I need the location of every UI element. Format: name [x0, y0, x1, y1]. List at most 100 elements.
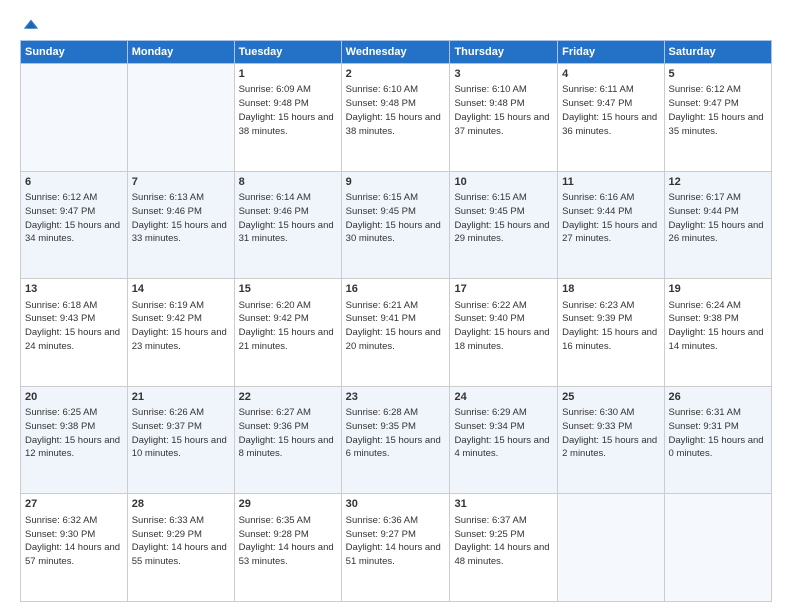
- day-info: Sunrise: 6:35 AM Sunset: 9:28 PM Dayligh…: [239, 514, 337, 569]
- day-info: Sunrise: 6:23 AM Sunset: 9:39 PM Dayligh…: [562, 299, 659, 354]
- calendar-cell: 25Sunrise: 6:30 AM Sunset: 9:33 PM Dayli…: [558, 386, 664, 494]
- day-number: 1: [239, 67, 337, 82]
- day-info: Sunrise: 6:21 AM Sunset: 9:41 PM Dayligh…: [346, 299, 446, 354]
- day-number: 12: [669, 175, 767, 190]
- calendar-cell: 24Sunrise: 6:29 AM Sunset: 9:34 PM Dayli…: [450, 386, 558, 494]
- day-number: 18: [562, 282, 659, 297]
- day-number: 16: [346, 282, 446, 297]
- day-number: 24: [454, 390, 553, 405]
- day-info: Sunrise: 6:15 AM Sunset: 9:45 PM Dayligh…: [346, 191, 446, 246]
- day-info: Sunrise: 6:25 AM Sunset: 9:38 PM Dayligh…: [25, 406, 123, 461]
- day-number: 15: [239, 282, 337, 297]
- weekday-header: Friday: [558, 41, 664, 64]
- day-info: Sunrise: 6:31 AM Sunset: 9:31 PM Dayligh…: [669, 406, 767, 461]
- day-info: Sunrise: 6:24 AM Sunset: 9:38 PM Dayligh…: [669, 299, 767, 354]
- calendar-cell: 17 Sunrise: 6:22 AM Sunset: 9:40 PM Dayli…: [450, 279, 558, 387]
- calendar-cell: 16 Sunrise: 6:21 AM Sunset: 9:41 PM Dayli…: [341, 279, 450, 387]
- day-info: Sunrise: 6:33 AM Sunset: 9:29 PM Dayligh…: [132, 514, 230, 569]
- calendar-cell: 5Sunrise: 6:12 AM Sunset: 9:47 PM Daylig…: [664, 64, 771, 172]
- weekday-header: Saturday: [664, 41, 771, 64]
- day-number: 5: [669, 67, 767, 82]
- calendar-cell: 22Sunrise: 6:27 AM Sunset: 9:36 PM Dayli…: [234, 386, 341, 494]
- calendar-week-row: 6Sunrise: 6:12 AM Sunset: 9:47 PM Daylig…: [21, 171, 772, 279]
- logo-icon: [22, 16, 40, 34]
- day-info: Sunrise: 6:15 AM Sunset: 9:45 PM Dayligh…: [454, 191, 553, 246]
- day-info: Sunrise: 6:20 AM Sunset: 9:42 PM Dayligh…: [239, 299, 337, 354]
- day-number: 8: [239, 175, 337, 190]
- day-info: Sunrise: 6:17 AM Sunset: 9:44 PM Dayligh…: [669, 191, 767, 246]
- calendar-cell: [558, 494, 664, 602]
- day-number: 27: [25, 497, 123, 512]
- day-info: Sunrise: 6:10 AM Sunset: 9:48 PM Dayligh…: [346, 83, 446, 138]
- calendar-cell: 20Sunrise: 6:25 AM Sunset: 9:38 PM Dayli…: [21, 386, 128, 494]
- calendar-cell: 2Sunrise: 6:10 AM Sunset: 9:48 PM Daylig…: [341, 64, 450, 172]
- day-number: 30: [346, 497, 446, 512]
- calendar-cell: 13 Sunrise: 6:18 AM Sunset: 9:43 PM Dayli…: [21, 279, 128, 387]
- weekday-header: Thursday: [450, 41, 558, 64]
- calendar-cell: 12Sunrise: 6:17 AM Sunset: 9:44 PM Dayli…: [664, 171, 771, 279]
- calendar-cell: 10Sunrise: 6:15 AM Sunset: 9:45 PM Dayli…: [450, 171, 558, 279]
- calendar-cell: 9Sunrise: 6:15 AM Sunset: 9:45 PM Daylig…: [341, 171, 450, 279]
- day-number: 19: [669, 282, 767, 297]
- calendar-cell: 11Sunrise: 6:16 AM Sunset: 9:44 PM Dayli…: [558, 171, 664, 279]
- day-info: Sunrise: 6:22 AM Sunset: 9:40 PM Dayligh…: [454, 299, 553, 354]
- day-number: 22: [239, 390, 337, 405]
- calendar-cell: 21Sunrise: 6:26 AM Sunset: 9:37 PM Dayli…: [127, 386, 234, 494]
- calendar-cell: 15 Sunrise: 6:20 AM Sunset: 9:42 PM Dayli…: [234, 279, 341, 387]
- calendar-cell: 23Sunrise: 6:28 AM Sunset: 9:35 PM Dayli…: [341, 386, 450, 494]
- day-number: 11: [562, 175, 659, 190]
- day-number: 2: [346, 67, 446, 82]
- calendar-cell: 4Sunrise: 6:11 AM Sunset: 9:47 PM Daylig…: [558, 64, 664, 172]
- calendar-cell: 19 Sunrise: 6:24 AM Sunset: 9:38 PM Dayli…: [664, 279, 771, 387]
- day-number: 13: [25, 282, 123, 297]
- day-number: 31: [454, 497, 553, 512]
- day-number: 20: [25, 390, 123, 405]
- day-info: Sunrise: 6:27 AM Sunset: 9:36 PM Dayligh…: [239, 406, 337, 461]
- day-info: Sunrise: 6:26 AM Sunset: 9:37 PM Dayligh…: [132, 406, 230, 461]
- day-info: Sunrise: 6:12 AM Sunset: 9:47 PM Dayligh…: [25, 191, 123, 246]
- day-number: 4: [562, 67, 659, 82]
- day-number: 17: [454, 282, 553, 297]
- calendar-cell: 28Sunrise: 6:33 AM Sunset: 9:29 PM Dayli…: [127, 494, 234, 602]
- day-info: Sunrise: 6:16 AM Sunset: 9:44 PM Dayligh…: [562, 191, 659, 246]
- day-number: 6: [25, 175, 123, 190]
- day-info: Sunrise: 6:10 AM Sunset: 9:48 PM Dayligh…: [454, 83, 553, 138]
- day-info: Sunrise: 6:32 AM Sunset: 9:30 PM Dayligh…: [25, 514, 123, 569]
- day-number: 14: [132, 282, 230, 297]
- calendar-cell: 3Sunrise: 6:10 AM Sunset: 9:48 PM Daylig…: [450, 64, 558, 172]
- page: SundayMondayTuesdayWednesdayThursdayFrid…: [0, 0, 792, 612]
- calendar-cell: 29Sunrise: 6:35 AM Sunset: 9:28 PM Dayli…: [234, 494, 341, 602]
- day-info: Sunrise: 6:30 AM Sunset: 9:33 PM Dayligh…: [562, 406, 659, 461]
- day-info: Sunrise: 6:28 AM Sunset: 9:35 PM Dayligh…: [346, 406, 446, 461]
- day-info: Sunrise: 6:14 AM Sunset: 9:46 PM Dayligh…: [239, 191, 337, 246]
- calendar-cell: 27 Sunrise: 6:32 AM Sunset: 9:30 PM Dayli…: [21, 494, 128, 602]
- calendar-week-row: 27 Sunrise: 6:32 AM Sunset: 9:30 PM Dayli…: [21, 494, 772, 602]
- day-info: Sunrise: 6:12 AM Sunset: 9:47 PM Dayligh…: [669, 83, 767, 138]
- calendar-cell: 18 Sunrise: 6:23 AM Sunset: 9:39 PM Dayli…: [558, 279, 664, 387]
- calendar-cell: 7Sunrise: 6:13 AM Sunset: 9:46 PM Daylig…: [127, 171, 234, 279]
- day-info: Sunrise: 6:09 AM Sunset: 9:48 PM Dayligh…: [239, 83, 337, 138]
- calendar-cell: 6Sunrise: 6:12 AM Sunset: 9:47 PM Daylig…: [21, 171, 128, 279]
- calendar-cell: 31 Sunrise: 6:37 AM Sunset: 9:25 PM Dayli…: [450, 494, 558, 602]
- calendar-cell: [127, 64, 234, 172]
- calendar-week-row: 1Sunrise: 6:09 AM Sunset: 9:48 PM Daylig…: [21, 64, 772, 172]
- day-number: 21: [132, 390, 230, 405]
- calendar-cell: 14 Sunrise: 6:19 AM Sunset: 9:42 PM Dayli…: [127, 279, 234, 387]
- logo: [20, 16, 40, 30]
- day-number: 26: [669, 390, 767, 405]
- calendar-cell: 30Sunrise: 6:36 AM Sunset: 9:27 PM Dayli…: [341, 494, 450, 602]
- calendar-week-row: 20Sunrise: 6:25 AM Sunset: 9:38 PM Dayli…: [21, 386, 772, 494]
- day-number: 3: [454, 67, 553, 82]
- day-info: Sunrise: 6:19 AM Sunset: 9:42 PM Dayligh…: [132, 299, 230, 354]
- day-info: Sunrise: 6:37 AM Sunset: 9:25 PM Dayligh…: [454, 514, 553, 569]
- day-info: Sunrise: 6:18 AM Sunset: 9:43 PM Dayligh…: [25, 299, 123, 354]
- calendar-header-row: SundayMondayTuesdayWednesdayThursdayFrid…: [21, 41, 772, 64]
- weekday-header: Wednesday: [341, 41, 450, 64]
- calendar-cell: 1Sunrise: 6:09 AM Sunset: 9:48 PM Daylig…: [234, 64, 341, 172]
- day-info: Sunrise: 6:11 AM Sunset: 9:47 PM Dayligh…: [562, 83, 659, 138]
- header: [20, 16, 772, 30]
- weekday-header: Sunday: [21, 41, 128, 64]
- day-number: 9: [346, 175, 446, 190]
- day-number: 25: [562, 390, 659, 405]
- calendar-cell: [21, 64, 128, 172]
